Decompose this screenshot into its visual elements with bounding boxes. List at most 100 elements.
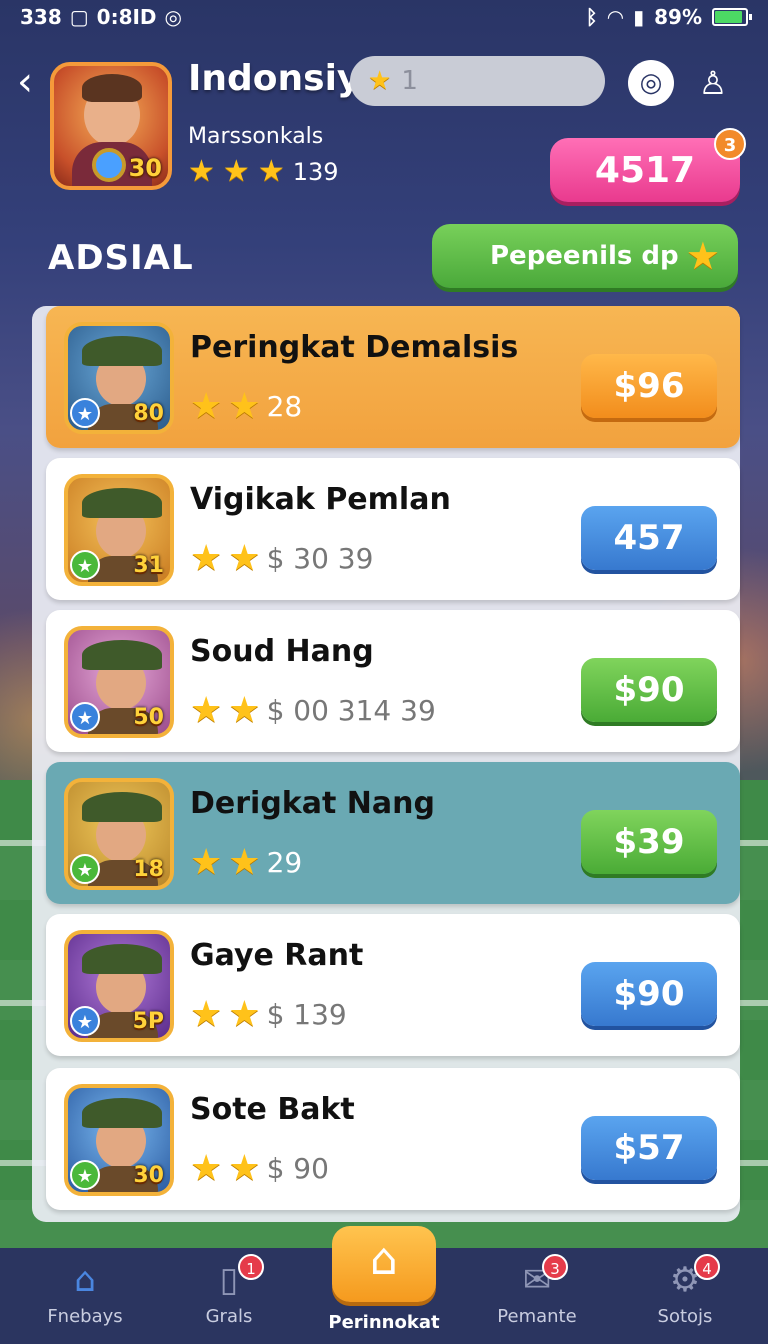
row-avatar: 80 ★ xyxy=(64,322,174,434)
nav-label: Grals xyxy=(205,1306,253,1327)
row-title: Vigikak Pemlan xyxy=(190,482,451,517)
nav-item-home[interactable]: ⌂ xyxy=(332,1226,436,1302)
gem-icon xyxy=(92,148,126,182)
list-row[interactable]: 80 ★ Peringkat Demalsis ★ ★ 28 $96 xyxy=(46,306,740,448)
price-button[interactable]: $57 xyxy=(581,1116,717,1180)
bluetooth-icon: ᛒ xyxy=(585,5,598,29)
star-count: 139 xyxy=(292,157,339,186)
row-meta-text: $ 139 xyxy=(266,998,347,1031)
price-button[interactable]: $90 xyxy=(581,658,717,722)
list-row[interactable]: 50 ★ Soud Hang ★ ★ $ 00 314 39 $90 xyxy=(46,610,740,752)
row-meta: ★ ★ 29 xyxy=(190,842,302,883)
row-title: Gaye Rant xyxy=(190,938,364,973)
list-row[interactable]: 18 ★ Derigkat Nang ★ ★ 29 $39 xyxy=(46,762,740,904)
list-row[interactable]: 5P ★ Gaye Rant ★ ★ $ 139 $90 xyxy=(46,914,740,1056)
price-button[interactable]: 457 xyxy=(581,506,717,570)
player-avatar[interactable]: 30 xyxy=(50,62,172,190)
star-icon: ★ xyxy=(190,1148,223,1189)
price-button[interactable]: $96 xyxy=(581,354,717,418)
rank-value: 1 xyxy=(401,66,418,96)
nav-item-sotojs[interactable]: ⚙ Sotojs 4 xyxy=(620,1254,750,1327)
nav-item-fnebays[interactable]: ⌂ Fnebays xyxy=(20,1260,150,1327)
coins-button[interactable]: 4517 3 xyxy=(550,128,746,202)
rank-pill[interactable]: ★ 1 xyxy=(350,56,605,106)
status-left: 338 ▢ 0:8ID ◎ xyxy=(20,5,182,29)
star-icon: ★ xyxy=(190,386,223,427)
row-meta-text: $ 90 xyxy=(266,1152,329,1185)
back-button[interactable]: ‹ xyxy=(10,62,40,102)
target-icon[interactable]: ◎ xyxy=(628,60,674,106)
star-icon: ★ xyxy=(188,154,215,189)
house-icon: ⌂ xyxy=(370,1234,398,1285)
nav-label: Pemante xyxy=(497,1306,577,1327)
price-button[interactable]: $90 xyxy=(581,962,717,1026)
list-row[interactable]: 31 ★ Vigikak Pemlan ★ ★ $ 30 39 457 xyxy=(46,458,740,600)
promo-button[interactable]: Pepeenils dp ★ xyxy=(432,224,738,288)
hat-icon xyxy=(82,944,162,974)
list-row[interactable]: 30 ★ Sote Bakt ★ ★ $ 90 $57 xyxy=(46,1068,740,1210)
star-icon: ★ xyxy=(190,842,223,883)
star-badge-icon: ★ xyxy=(70,1160,100,1190)
nav-badge: 3 xyxy=(542,1254,568,1280)
star-icon: ★ xyxy=(190,994,223,1035)
star-icon: ★ xyxy=(368,66,392,96)
nav-item-pemante[interactable]: ✉ Pemante 3 xyxy=(472,1254,602,1327)
status-time: 0:8ID xyxy=(96,5,157,29)
player-stars: ★ ★ ★ 139 xyxy=(188,154,339,189)
row-avatar: 18 ★ xyxy=(64,778,174,890)
battery-fill xyxy=(715,11,742,23)
star-icon: ★ xyxy=(228,994,261,1035)
nav-item-grals[interactable]: ▯ Grals 1 xyxy=(164,1254,294,1327)
avatar-level: 30 xyxy=(128,154,162,182)
star-icon: ★ xyxy=(257,154,285,189)
status-number: 338 xyxy=(20,5,62,29)
avatar-level: 18 xyxy=(133,857,164,882)
compass-icon: ◎ xyxy=(164,5,182,29)
star-icon: ★ xyxy=(228,1148,261,1189)
battery-percent: 89% xyxy=(654,5,702,29)
notification-icon: ▢ xyxy=(69,5,89,29)
star-icon: ★ xyxy=(685,234,720,278)
nav-badge: 1 xyxy=(238,1254,264,1280)
star-icon: ★ xyxy=(228,538,261,579)
row-avatar: 31 ★ xyxy=(64,474,174,586)
row-meta: ★ ★ $ 139 xyxy=(190,994,347,1035)
star-badge-icon: ★ xyxy=(70,1006,100,1036)
promo-label: Pepeenils dp xyxy=(490,241,679,271)
star-icon: ★ xyxy=(222,154,250,189)
status-bar: 338 ▢ 0:8ID ◎ ᛒ ◠ ▮ 89% xyxy=(0,0,768,34)
nav-label-active: Perinnokat xyxy=(328,1312,440,1333)
hat-icon xyxy=(82,640,162,670)
row-avatar: 50 ★ xyxy=(64,626,174,738)
avatar-level: 31 xyxy=(133,553,164,578)
nav-badge: 4 xyxy=(694,1254,720,1280)
coins-value: 4517 xyxy=(594,149,696,191)
row-meta-text: 28 xyxy=(266,390,303,423)
star-icon: ★ xyxy=(228,842,261,883)
star-badge-icon: ★ xyxy=(70,854,100,884)
wifi-icon: ◠ xyxy=(607,5,624,29)
star-icon: ★ xyxy=(190,690,223,731)
hat-icon xyxy=(82,1098,162,1128)
price-button[interactable]: $39 xyxy=(581,810,717,874)
hat-icon xyxy=(82,792,162,822)
section-title: ADSIAL xyxy=(48,238,194,278)
star-icon: ★ xyxy=(228,386,261,427)
avatar-level: 80 xyxy=(133,401,164,426)
row-meta-text: $ 30 39 xyxy=(266,542,374,575)
nav-label: Fnebays xyxy=(47,1306,123,1327)
status-right: ᛒ ◠ ▮ 89% xyxy=(585,5,752,29)
battery-icon xyxy=(712,8,752,26)
home-icon: ⌂ xyxy=(74,1260,96,1300)
star-badge-icon: ★ xyxy=(70,702,100,732)
row-meta-text: 29 xyxy=(266,846,303,879)
player-subtitle: Marssonkals xyxy=(188,124,324,149)
row-avatar: 5P ★ xyxy=(64,930,174,1042)
row-title: Soud Hang xyxy=(190,634,374,669)
avatar-level: 50 xyxy=(133,705,164,730)
row-meta: ★ ★ $ 90 xyxy=(190,1148,329,1189)
star-icon: ★ xyxy=(228,690,261,731)
row-meta: ★ ★ $ 30 39 xyxy=(190,538,373,579)
profile-icon[interactable]: ♙ xyxy=(690,60,736,106)
row-meta: ★ ★ $ 00 314 39 xyxy=(190,690,436,731)
